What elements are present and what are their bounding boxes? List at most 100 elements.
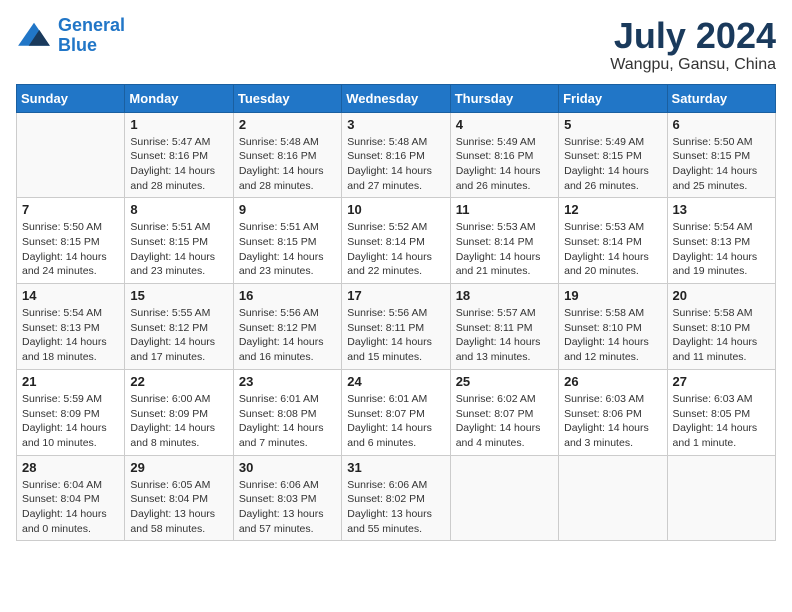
calendar-cell: 5 Sunrise: 5:49 AM Sunset: 8:15 PM Daylig… <box>559 112 667 198</box>
logo-text: General Blue <box>58 16 125 56</box>
day-info: Sunrise: 5:55 AM Sunset: 8:12 PM Dayligh… <box>130 306 227 365</box>
day-number: 22 <box>130 374 227 389</box>
main-title: July 2024 <box>610 16 776 56</box>
calendar-week-row: 21 Sunrise: 5:59 AM Sunset: 8:09 PM Dayli… <box>17 369 776 455</box>
day-info: Sunrise: 5:50 AM Sunset: 8:15 PM Dayligh… <box>22 220 119 279</box>
calendar-cell: 12Sunrise: 5:53 AM Sunset: 8:14 PM Dayli… <box>559 198 667 284</box>
logo-blue: Blue <box>58 35 97 55</box>
day-info: Sunrise: 6:04 AM Sunset: 8:04 PM Dayligh… <box>22 478 119 537</box>
day-number: 24 <box>347 374 444 389</box>
weekday-header-cell: Monday <box>125 84 233 112</box>
day-number: 10 <box>347 202 444 217</box>
day-info: Sunrise: 5:56 AM Sunset: 8:12 PM Dayligh… <box>239 306 336 365</box>
day-number: 12 <box>564 202 661 217</box>
calendar-week-row: 7Sunrise: 5:50 AM Sunset: 8:15 PM Daylig… <box>17 198 776 284</box>
weekday-header-cell: Sunday <box>17 84 125 112</box>
calendar-cell: 23 Sunrise: 6:01 AM Sunset: 8:08 PM Dayli… <box>233 369 341 455</box>
day-number: 16 <box>239 288 336 303</box>
calendar-cell: 2 Sunrise: 5:48 AM Sunset: 8:16 PM Daylig… <box>233 112 341 198</box>
day-number: 27 <box>673 374 770 389</box>
calendar-cell <box>667 455 775 541</box>
calendar-cell: 14 Sunrise: 5:54 AM Sunset: 8:13 PM Dayli… <box>17 284 125 370</box>
calendar-cell: 28 Sunrise: 6:04 AM Sunset: 8:04 PM Dayli… <box>17 455 125 541</box>
calendar-cell: 26Sunrise: 6:03 AM Sunset: 8:06 PM Dayli… <box>559 369 667 455</box>
day-number: 8 <box>130 202 227 217</box>
calendar-cell <box>559 455 667 541</box>
weekday-header-cell: Tuesday <box>233 84 341 112</box>
calendar-cell: 16 Sunrise: 5:56 AM Sunset: 8:12 PM Dayli… <box>233 284 341 370</box>
calendar-cell: 10 Sunrise: 5:52 AM Sunset: 8:14 PM Dayli… <box>342 198 450 284</box>
calendar-cell: 3Sunrise: 5:48 AM Sunset: 8:16 PM Daylig… <box>342 112 450 198</box>
calendar-cell: 29 Sunrise: 6:05 AM Sunset: 8:04 PM Dayli… <box>125 455 233 541</box>
calendar-cell <box>450 455 558 541</box>
subtitle: Wangpu, Gansu, China <box>610 56 776 74</box>
weekday-header-cell: Wednesday <box>342 84 450 112</box>
day-info: Sunrise: 5:52 AM Sunset: 8:14 PM Dayligh… <box>347 220 444 279</box>
calendar-cell: 9 Sunrise: 5:51 AM Sunset: 8:15 PM Daylig… <box>233 198 341 284</box>
day-number: 23 <box>239 374 336 389</box>
logo-icon <box>16 21 52 51</box>
logo-general: General <box>58 15 125 35</box>
calendar-cell: 20 Sunrise: 5:58 AM Sunset: 8:10 PM Dayli… <box>667 284 775 370</box>
day-info: Sunrise: 6:03 AM Sunset: 8:06 PM Dayligh… <box>564 392 661 451</box>
calendar-week-row: 28 Sunrise: 6:04 AM Sunset: 8:04 PM Dayli… <box>17 455 776 541</box>
day-info: Sunrise: 5:54 AM Sunset: 8:13 PM Dayligh… <box>22 306 119 365</box>
calendar-cell: 27Sunrise: 6:03 AM Sunset: 8:05 PM Dayli… <box>667 369 775 455</box>
day-info: Sunrise: 5:49 AM Sunset: 8:16 PM Dayligh… <box>456 135 553 194</box>
day-info: Sunrise: 6:02 AM Sunset: 8:07 PM Dayligh… <box>456 392 553 451</box>
calendar-cell: 21 Sunrise: 5:59 AM Sunset: 8:09 PM Dayli… <box>17 369 125 455</box>
calendar-cell <box>17 112 125 198</box>
calendar-cell: 22 Sunrise: 6:00 AM Sunset: 8:09 PM Dayli… <box>125 369 233 455</box>
calendar-cell: 6Sunrise: 5:50 AM Sunset: 8:15 PM Daylig… <box>667 112 775 198</box>
day-info: Sunrise: 5:51 AM Sunset: 8:15 PM Dayligh… <box>130 220 227 279</box>
day-info: Sunrise: 5:51 AM Sunset: 8:15 PM Dayligh… <box>239 220 336 279</box>
day-number: 6 <box>673 117 770 132</box>
weekday-header-row: SundayMondayTuesdayWednesdayThursdayFrid… <box>17 84 776 112</box>
day-info: Sunrise: 5:58 AM Sunset: 8:10 PM Dayligh… <box>673 306 770 365</box>
calendar-cell: 19Sunrise: 5:58 AM Sunset: 8:10 PM Dayli… <box>559 284 667 370</box>
day-info: Sunrise: 5:59 AM Sunset: 8:09 PM Dayligh… <box>22 392 119 451</box>
day-info: Sunrise: 6:00 AM Sunset: 8:09 PM Dayligh… <box>130 392 227 451</box>
day-info: Sunrise: 5:48 AM Sunset: 8:16 PM Dayligh… <box>239 135 336 194</box>
weekday-header-cell: Saturday <box>667 84 775 112</box>
calendar-cell: 18 Sunrise: 5:57 AM Sunset: 8:11 PM Dayli… <box>450 284 558 370</box>
day-number: 5 <box>564 117 661 132</box>
calendar-cell: 8 Sunrise: 5:51 AM Sunset: 8:15 PM Daylig… <box>125 198 233 284</box>
day-number: 1 <box>130 117 227 132</box>
day-number: 30 <box>239 460 336 475</box>
day-info: Sunrise: 5:47 AM Sunset: 8:16 PM Dayligh… <box>130 135 227 194</box>
day-info: Sunrise: 6:01 AM Sunset: 8:08 PM Dayligh… <box>239 392 336 451</box>
calendar-cell: 4Sunrise: 5:49 AM Sunset: 8:16 PM Daylig… <box>450 112 558 198</box>
day-number: 14 <box>22 288 119 303</box>
day-info: Sunrise: 5:54 AM Sunset: 8:13 PM Dayligh… <box>673 220 770 279</box>
day-number: 11 <box>456 202 553 217</box>
calendar-cell: 7Sunrise: 5:50 AM Sunset: 8:15 PM Daylig… <box>17 198 125 284</box>
weekday-header-cell: Friday <box>559 84 667 112</box>
title-area: July 2024 Wangpu, Gansu, China <box>610 16 776 74</box>
calendar-cell: 1 Sunrise: 5:47 AM Sunset: 8:16 PM Daylig… <box>125 112 233 198</box>
day-number: 2 <box>239 117 336 132</box>
day-info: Sunrise: 6:05 AM Sunset: 8:04 PM Dayligh… <box>130 478 227 537</box>
calendar-cell: 25Sunrise: 6:02 AM Sunset: 8:07 PM Dayli… <box>450 369 558 455</box>
calendar-cell: 15 Sunrise: 5:55 AM Sunset: 8:12 PM Dayli… <box>125 284 233 370</box>
day-number: 9 <box>239 202 336 217</box>
calendar-week-row: 1 Sunrise: 5:47 AM Sunset: 8:16 PM Daylig… <box>17 112 776 198</box>
day-number: 13 <box>673 202 770 217</box>
day-info: Sunrise: 5:58 AM Sunset: 8:10 PM Dayligh… <box>564 306 661 365</box>
day-number: 31 <box>347 460 444 475</box>
day-number: 18 <box>456 288 553 303</box>
header: General Blue July 2024 Wangpu, Gansu, Ch… <box>16 16 776 74</box>
calendar-week-row: 14 Sunrise: 5:54 AM Sunset: 8:13 PM Dayli… <box>17 284 776 370</box>
day-number: 20 <box>673 288 770 303</box>
calendar-table: SundayMondayTuesdayWednesdayThursdayFrid… <box>16 84 776 542</box>
day-number: 21 <box>22 374 119 389</box>
day-info: Sunrise: 6:06 AM Sunset: 8:03 PM Dayligh… <box>239 478 336 537</box>
day-number: 15 <box>130 288 227 303</box>
day-number: 29 <box>130 460 227 475</box>
day-info: Sunrise: 5:57 AM Sunset: 8:11 PM Dayligh… <box>456 306 553 365</box>
day-info: Sunrise: 5:56 AM Sunset: 8:11 PM Dayligh… <box>347 306 444 365</box>
day-info: Sunrise: 5:53 AM Sunset: 8:14 PM Dayligh… <box>456 220 553 279</box>
day-info: Sunrise: 5:49 AM Sunset: 8:15 PM Dayligh… <box>564 135 661 194</box>
day-number: 3 <box>347 117 444 132</box>
day-number: 28 <box>22 460 119 475</box>
